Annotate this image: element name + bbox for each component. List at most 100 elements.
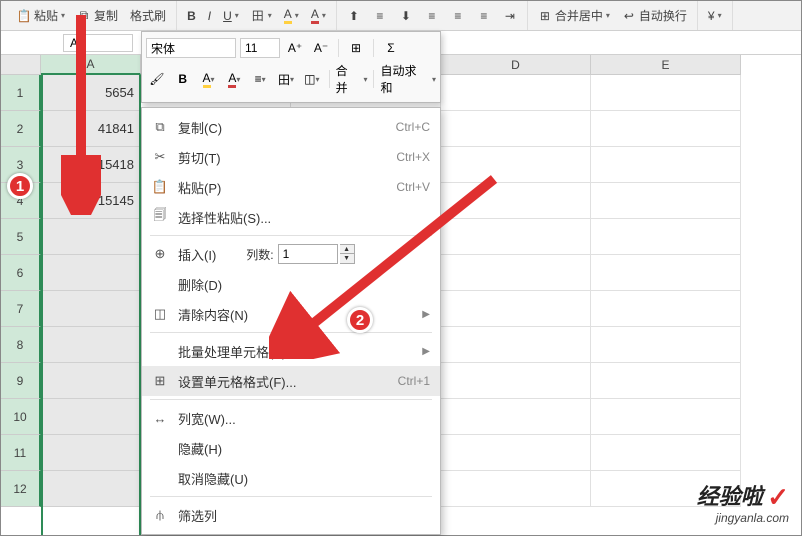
merge-center-button[interactable]: ⊞ 合并居中 ▾: [534, 5, 614, 26]
cell-D9[interactable]: [441, 363, 591, 399]
cm-batch[interactable]: 批量处理单元格(P) ▶: [142, 336, 440, 366]
select-all-corner[interactable]: [1, 55, 41, 75]
row-header-5[interactable]: 5: [1, 219, 41, 255]
auto-wrap-button[interactable]: ↩ 自动换行: [618, 5, 691, 26]
cm-hide[interactable]: 隐藏(H): [142, 433, 440, 463]
cell-A8[interactable]: [41, 327, 141, 363]
cell-E2[interactable]: [591, 111, 741, 147]
paste-button[interactable]: 📋 粘贴 ▾: [13, 5, 69, 26]
cell-A1[interactable]: 5654: [41, 75, 141, 111]
align-middle-button[interactable]: ≡: [369, 7, 391, 25]
column-header-D[interactable]: D: [441, 55, 591, 75]
cm-paste-special[interactable]: 🗐 选择性粘贴(S)...: [142, 202, 440, 232]
align-right-button[interactable]: ≡: [473, 7, 495, 25]
cell-A7[interactable]: [41, 291, 141, 327]
cell-A4[interactable]: 15145: [41, 183, 141, 219]
cm-unhide[interactable]: 取消隐藏(U): [142, 463, 440, 493]
cm-paste[interactable]: 📋 粘贴(P) Ctrl+V: [142, 172, 440, 202]
column-header-E[interactable]: E: [591, 55, 741, 75]
cm-clear[interactable]: ◫ 清除内容(N) ▶: [142, 299, 440, 329]
mini-fill-color-button[interactable]: A▾: [198, 69, 220, 89]
cell-D11[interactable]: [441, 435, 591, 471]
cell-E3[interactable]: [591, 147, 741, 183]
copy-button[interactable]: ⧉ 复制: [73, 5, 122, 26]
font-color-button[interactable]: A▾: [307, 5, 330, 26]
cell-A6[interactable]: [41, 255, 141, 291]
align-center-button[interactable]: ≡: [447, 7, 469, 25]
cell-D7[interactable]: [441, 291, 591, 327]
bold-button[interactable]: B: [183, 7, 200, 25]
mini-autosum-button[interactable]: Σ: [380, 38, 402, 58]
indent-button[interactable]: ⇥: [499, 7, 521, 25]
cell-D3[interactable]: [441, 147, 591, 183]
align-left-button[interactable]: ≡: [421, 7, 443, 25]
cm-copy[interactable]: ⧉ 复制(C) Ctrl+C: [142, 112, 440, 142]
mini-merge-label[interactable]: 合并: [336, 62, 360, 96]
cell-A9[interactable]: [41, 363, 141, 399]
align-bottom-button[interactable]: ⬇: [395, 7, 417, 25]
cm-insert[interactable]: ⊕ 插入(I) 列数: ▲ ▼: [142, 239, 440, 269]
mini-font-color-button[interactable]: A▾: [223, 69, 245, 89]
cell-D8[interactable]: [441, 327, 591, 363]
cell-E6[interactable]: [591, 255, 741, 291]
row-header-10[interactable]: 10: [1, 399, 41, 435]
spin-up-button[interactable]: ▲: [340, 245, 354, 254]
mini-merge-button[interactable]: ⊞: [345, 38, 367, 58]
cell-A11[interactable]: [41, 435, 141, 471]
mini-shape-button[interactable]: ◫▾: [301, 69, 323, 89]
cell-E7[interactable]: [591, 291, 741, 327]
mini-bold-button[interactable]: B: [172, 69, 194, 89]
cell-E10[interactable]: [591, 399, 741, 435]
cell-E5[interactable]: [591, 219, 741, 255]
cm-filter-col[interactable]: ⫛ 筛选列: [142, 500, 440, 530]
cell-A2[interactable]: 41841: [41, 111, 141, 147]
name-box[interactable]: A1: [63, 34, 133, 52]
row-header-1[interactable]: 1: [1, 75, 41, 111]
cell-D4[interactable]: [441, 183, 591, 219]
cell-E9[interactable]: [591, 363, 741, 399]
border-button[interactable]: 田▾: [247, 7, 276, 25]
mini-font-name[interactable]: [146, 38, 236, 58]
cell-D5[interactable]: [441, 219, 591, 255]
cell-E11[interactable]: [591, 435, 741, 471]
cell-E4[interactable]: [591, 183, 741, 219]
cm-format-cells[interactable]: ⊞ 设置单元格格式(F)... Ctrl+1: [142, 366, 440, 396]
cell-A10[interactable]: [41, 399, 141, 435]
underline-button[interactable]: U ▾: [219, 7, 243, 25]
mini-font-size[interactable]: [240, 38, 280, 58]
currency-button[interactable]: ¥ ▾: [704, 7, 726, 25]
mini-autosum-label[interactable]: 自动求和: [380, 62, 428, 96]
row-header-11[interactable]: 11: [1, 435, 41, 471]
insert-cols-input[interactable]: [278, 244, 338, 264]
cell-D10[interactable]: [441, 399, 591, 435]
row-header-12[interactable]: 12: [1, 471, 41, 507]
decrease-font-button[interactable]: A⁻: [310, 38, 332, 58]
mini-border-button[interactable]: 田▾: [275, 69, 297, 89]
cell-D6[interactable]: [441, 255, 591, 291]
row-header-8[interactable]: 8: [1, 327, 41, 363]
fill-color-button[interactable]: A▾: [280, 5, 303, 26]
cell-A3[interactable]: 15418: [41, 147, 141, 183]
cell-A12[interactable]: [41, 471, 141, 507]
mini-format-painter[interactable]: 🖌: [146, 69, 168, 89]
increase-font-button[interactable]: A⁺: [284, 38, 306, 58]
cell-E1[interactable]: [591, 75, 741, 111]
cm-col-width[interactable]: ↔ 列宽(W)...: [142, 403, 440, 433]
cell-D2[interactable]: [441, 111, 591, 147]
format-painter-button[interactable]: 格式刷: [126, 5, 170, 26]
column-header-A[interactable]: A: [41, 55, 141, 75]
cell-D12[interactable]: [441, 471, 591, 507]
cm-delete[interactable]: 删除(D): [142, 269, 440, 299]
mini-align-button[interactable]: ≡▾: [249, 69, 271, 89]
italic-button[interactable]: I: [204, 7, 215, 25]
cell-D1[interactable]: [441, 75, 591, 111]
row-header-6[interactable]: 6: [1, 255, 41, 291]
align-top-button[interactable]: ⬆: [343, 7, 365, 25]
row-header-7[interactable]: 7: [1, 291, 41, 327]
spin-down-button[interactable]: ▼: [340, 254, 354, 263]
cell-A5[interactable]: [41, 219, 141, 255]
row-header-9[interactable]: 9: [1, 363, 41, 399]
cm-cut[interactable]: ✂ 剪切(T) Ctrl+X: [142, 142, 440, 172]
row-header-2[interactable]: 2: [1, 111, 41, 147]
cell-E8[interactable]: [591, 327, 741, 363]
